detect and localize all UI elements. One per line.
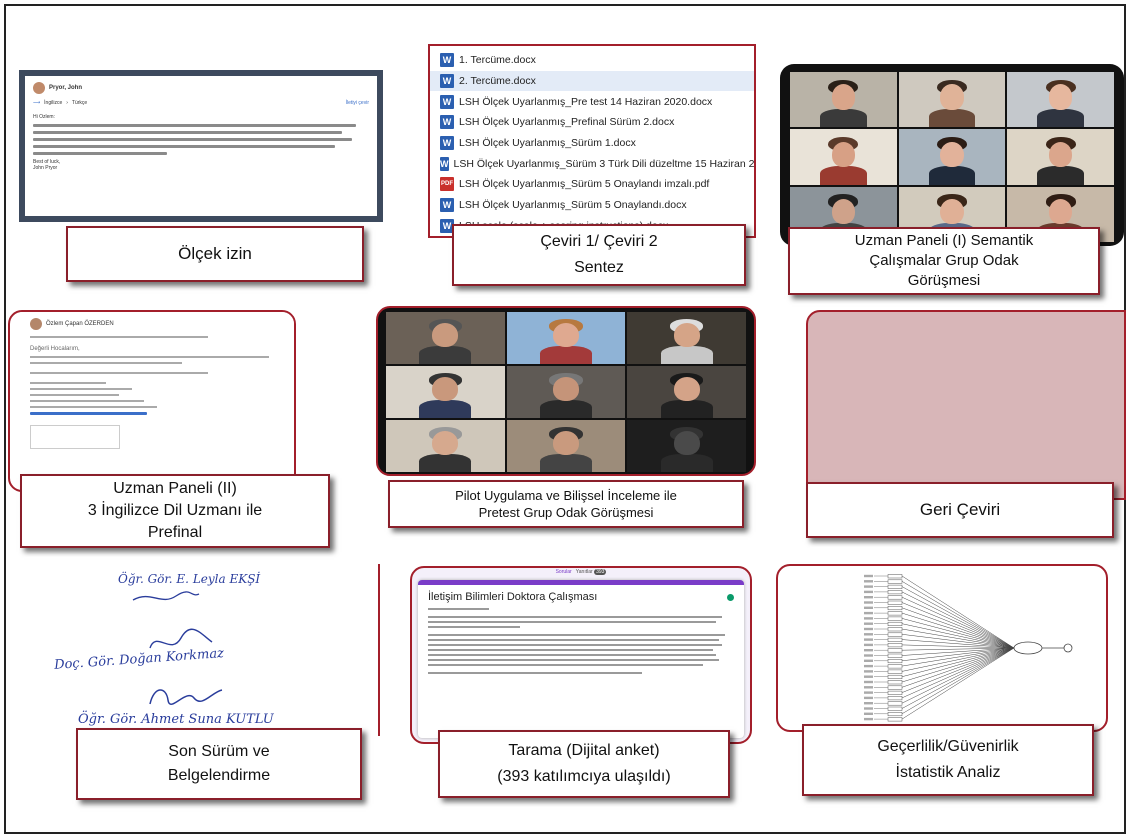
caption-gecerlilik: Geçerlilik/Güvenirlik İstatistik Analiz xyxy=(802,724,1094,796)
video-tile xyxy=(898,129,1006,185)
word-file-icon: W xyxy=(440,53,454,68)
caption-tarama: Tarama (Dijital anket) (393 katılımcıya … xyxy=(438,730,730,798)
email-signature: John Pryor xyxy=(33,165,58,171)
lang-from[interactable]: İngilizce xyxy=(44,100,62,106)
video-panel-2 xyxy=(376,306,756,476)
file-name: LSH Ölçek Uyarlanmış_Prefinal Sürüm 2.do… xyxy=(459,116,675,129)
file-item[interactable]: W LSH Ölçek Uyarlanmış_Sürüm 5 Onaylandı.… xyxy=(430,195,754,216)
video-tile xyxy=(386,366,505,418)
tab-sorular[interactable]: Sorular xyxy=(556,569,572,575)
video-grid-1 xyxy=(790,72,1114,242)
video-tile xyxy=(1007,72,1114,128)
word-file-icon: W xyxy=(440,94,454,109)
file-item[interactable]: W 2. Tercüme.docx xyxy=(430,70,754,92)
video-tile xyxy=(506,420,626,472)
sender-avatar xyxy=(33,82,45,94)
file-name: LSH Ölçek Uyarlanmış_Sürüm 5 Onaylandı i… xyxy=(459,178,710,191)
file-name: 1. Tercüme.docx xyxy=(459,54,536,67)
file-item[interactable]: W 1. Tercüme.docx xyxy=(430,50,754,71)
email-window: Pryor, John ⟶ İngilizce › Türkçe İletiyi… xyxy=(19,70,383,222)
file-item[interactable]: W LSH Ölçek Uyarlanmış_Sürüm 3 Türk Dili … xyxy=(430,153,754,174)
word-file-icon: W xyxy=(440,115,454,130)
file-name: LSH Ölçek Uyarlanmış_Pre test 14 Haziran… xyxy=(459,95,713,108)
video-tile xyxy=(506,312,626,364)
pdf-file-icon: PDF xyxy=(440,177,454,192)
caption-ceviri: Çeviri 1/ Çeviri 2 Sentez xyxy=(452,224,746,286)
figure-frame: Pryor, John ⟶ İngilizce › Türkçe İletiyi… xyxy=(4,4,1126,834)
geri-ceviri-panel xyxy=(806,310,1126,500)
form-title: İletişim Bilimleri Doktora Çalışması xyxy=(428,591,598,603)
video-tile xyxy=(627,312,746,364)
email-greeting: Hi Ozlem: xyxy=(33,114,55,120)
caption-olcek-izin: Ölçek izin xyxy=(66,226,364,282)
file-item[interactable]: PDF LSH Ölçek Uyarlanmış_Sürüm 5 Onayland… xyxy=(430,174,754,195)
word-file-icon: W xyxy=(440,74,454,89)
letter-avatar xyxy=(30,318,42,330)
video-tile xyxy=(506,366,626,418)
tab-yanitlar[interactable]: Yanıtlar xyxy=(576,569,593,575)
video-tile xyxy=(790,72,897,128)
email-body: Pryor, John ⟶ İngilizce › Türkçe İletiyi… xyxy=(25,76,377,216)
file-name: LSH Ölçek Uyarlanmış_Sürüm 1.docx xyxy=(459,137,636,150)
file-name: LSH Ölçek Uyarlanmış_Sürüm 5 Onaylandı.d… xyxy=(459,199,687,212)
word-file-icon: W xyxy=(440,136,454,151)
path-diagram-panel xyxy=(776,564,1108,732)
word-file-icon: W xyxy=(440,198,454,213)
form-card: İletişim Bilimleri Doktora Çalışması xyxy=(418,580,744,738)
caption-uzman2: Uzman Paneli (II) 3 İngilizce Dil Uzmanı… xyxy=(20,474,330,548)
file-name: LSH Ölçek Uyarlanmış_Sürüm 3 Türk Dili d… xyxy=(453,157,755,170)
signature-panel: Öğr. Gör. E. Leyla EKŞİ Doç. Gör. Doğan … xyxy=(46,564,380,736)
answer-count-badge: 393 xyxy=(594,569,607,575)
file-item[interactable]: W LSH Ölçek Uyarlanmış_Prefinal Sürüm 2.d… xyxy=(430,112,754,133)
arrow-icon: › xyxy=(66,100,68,106)
file-item[interactable]: W LSH Ölçek Uyarlanmış_Sürüm 1.docx xyxy=(430,133,754,154)
signature-scribble-3 xyxy=(149,689,223,705)
caption-son: Son Sürüm ve Belgelendirme xyxy=(76,728,362,800)
lang-to[interactable]: Türkçe xyxy=(72,100,87,106)
path-diagram xyxy=(864,574,1073,722)
translate-icon: ⟶ xyxy=(33,100,41,106)
video-grid-2 xyxy=(386,312,746,472)
video-tile xyxy=(898,72,1006,128)
signature-3: Öğr. Gör. Ahmet Suna KUTLU xyxy=(78,712,274,727)
video-tile xyxy=(386,312,505,364)
signature-2: Doç. Gör. Doğan Korkmaz xyxy=(53,646,225,673)
video-panel-1 xyxy=(780,64,1124,246)
word-file-icon: W xyxy=(440,156,449,171)
email-panel: Pryor, John ⟶ İngilizce › Türkçe İletiyi… xyxy=(15,66,387,226)
signature-1: Öğr. Gör. E. Leyla EKŞİ xyxy=(118,572,261,586)
video-tile xyxy=(627,366,746,418)
status-dot-icon xyxy=(727,593,734,601)
form-panel: Sorular Yanıtlar 393 İletişim Bilimleri … xyxy=(410,566,752,744)
video-tile xyxy=(386,420,505,472)
signature-scribble-1 xyxy=(132,591,200,601)
letter-body: Özlem Çapan ÖZERDEN Değerli Hocalarım, xyxy=(20,312,294,490)
video-tile xyxy=(627,420,746,472)
file-item[interactable]: W LSH Ölçek Uyarlanmış_Pre test 14 Hazira… xyxy=(430,91,754,112)
caption-uzman1: Uzman Paneli (I) Semantik Çalışmalar Gru… xyxy=(788,227,1100,295)
translate-link[interactable]: İletiyi çevir xyxy=(346,100,369,106)
letter-panel: Özlem Çapan ÖZERDEN Değerli Hocalarım, xyxy=(8,310,296,492)
video-tile xyxy=(1007,129,1114,185)
email-sender: Pryor, John xyxy=(49,85,83,91)
file-list: W 1. Tercüme.docx W 2. Tercüme.docx W LSH Ölç… xyxy=(430,50,754,236)
letter-greeting: Değerli Hocalarım, xyxy=(30,346,80,352)
letter-sender: Özlem Çapan ÖZERDEN xyxy=(46,321,114,327)
file-list-panel: W 1. Tercüme.docx W 2. Tercüme.docx W LSH Ölç… xyxy=(428,44,756,238)
file-name: 2. Tercüme.docx xyxy=(459,75,536,88)
caption-pilot: Pilot Uygulama ve Bilişsel İnceleme ile … xyxy=(388,480,744,528)
caption-geri: Geri Çeviri xyxy=(806,482,1114,538)
form-tabs: Sorular Yanıtlar 393 xyxy=(412,569,750,575)
video-tile xyxy=(790,129,897,185)
